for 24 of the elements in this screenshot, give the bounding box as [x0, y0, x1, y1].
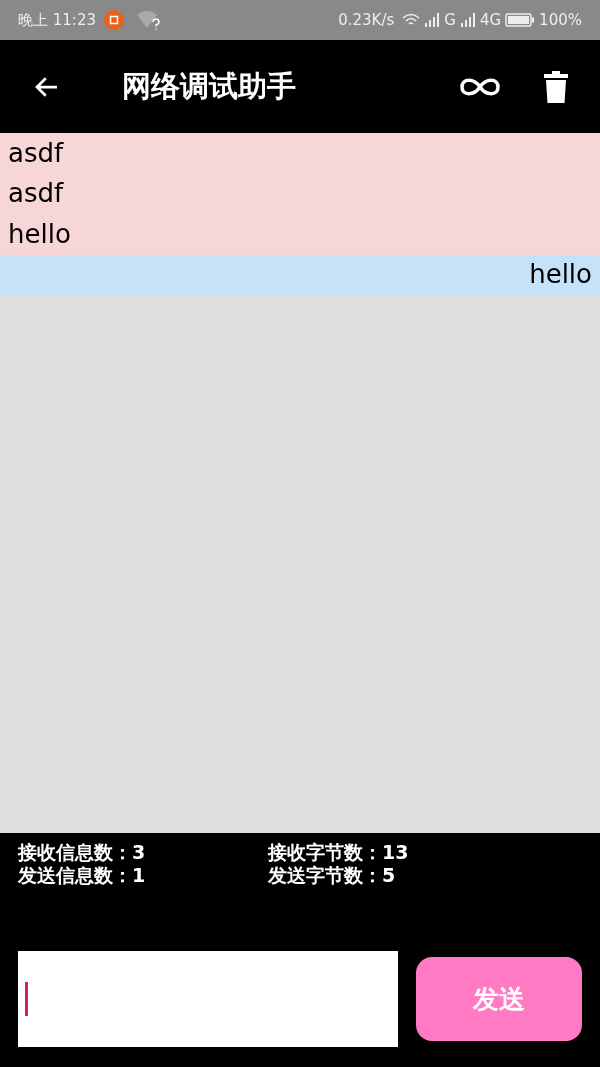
network-type: G	[444, 9, 456, 31]
time: 晚上 11:23	[18, 9, 96, 31]
stat-label: 发送信息数：1	[18, 864, 147, 887]
battery-level: 100%	[539, 9, 582, 31]
message-text: asdf	[8, 177, 64, 211]
network-speed: 0.23K/s	[338, 9, 395, 31]
text-cursor	[25, 982, 28, 1016]
stat-label: 接收信息数：3	[18, 841, 147, 864]
network-type: 4G	[479, 9, 502, 31]
delete-button[interactable]	[542, 69, 570, 104]
wifi-question-icon	[136, 10, 160, 30]
send-button[interactable]: 发送	[416, 957, 582, 1041]
battery-icon	[505, 13, 536, 27]
stat-label: 发送字节数：5	[268, 864, 397, 887]
message-input[interactable]	[18, 951, 398, 1047]
stat-label: 接收字节数：13	[268, 841, 410, 864]
message-text: hello	[529, 258, 592, 292]
signal-icon	[459, 12, 476, 28]
toolbar-title: 网络调试助手	[122, 67, 296, 105]
message-text: hello	[8, 217, 71, 251]
trash-icon	[544, 70, 568, 103]
signal-icon	[424, 12, 441, 28]
notification-icon	[104, 10, 124, 30]
message-text: asdf	[8, 136, 64, 170]
